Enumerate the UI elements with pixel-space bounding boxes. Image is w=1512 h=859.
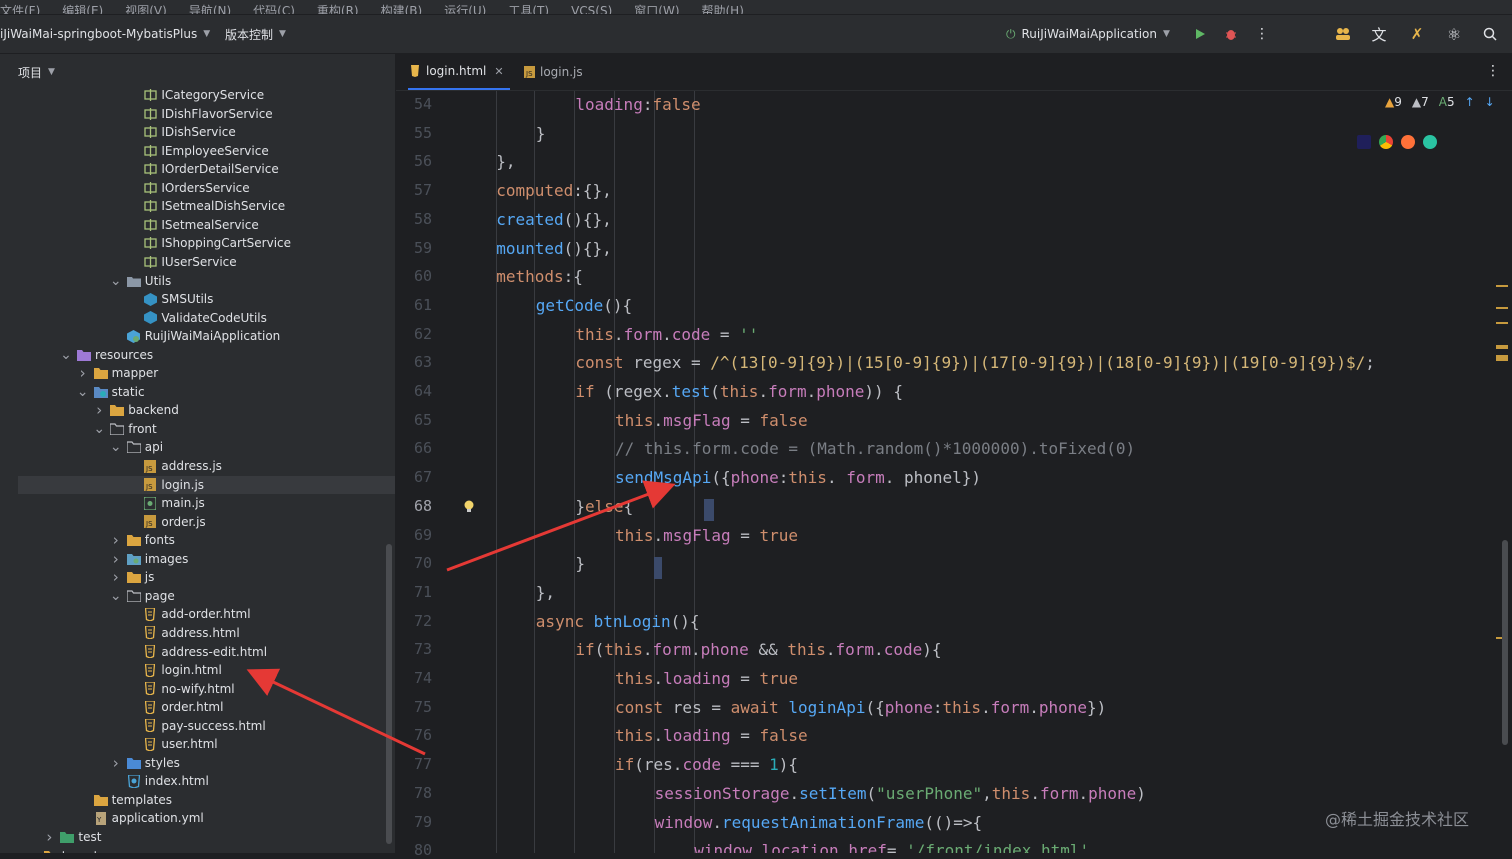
annotation-overlay (246, 480, 676, 756)
annotation-arrow (246, 668, 426, 756)
watermark: @稀土掘金技术社区 (1325, 810, 1470, 829)
annotation-arrow (446, 480, 676, 572)
